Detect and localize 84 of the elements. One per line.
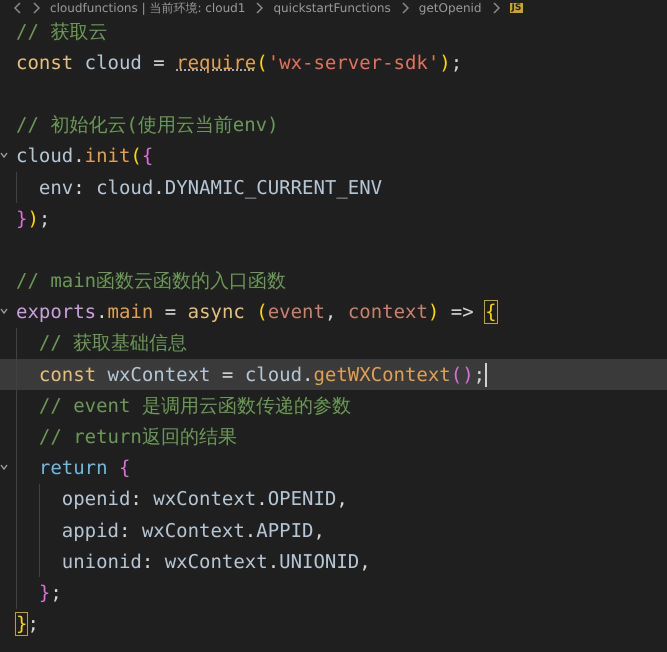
chevron-icon [492, 2, 500, 14]
code-token: cloud [16, 145, 74, 168]
code-token: // event 是调用云函数传递的参数 [38, 394, 351, 419]
code-token: ( [256, 52, 268, 74]
chevron-icon [400, 2, 409, 14]
file-type-badge: JS [510, 3, 524, 13]
code-token: . [256, 488, 268, 510]
code-token: DYNAMIC_CURRENT_ENV [164, 176, 382, 199]
code-token: } [16, 613, 28, 636]
back-icon[interactable] [14, 2, 22, 14]
text-cursor [485, 362, 488, 387]
code-token: appid [60, 520, 119, 542]
code-token: . [73, 145, 85, 168]
code-token: ) [27, 208, 39, 230]
code-token: event [268, 301, 325, 324]
code-token: cloud [96, 176, 154, 199]
code-token: return [38, 457, 109, 480]
code-token: } [38, 582, 50, 604]
code-token: = [153, 52, 166, 74]
code-token: UNIONID [279, 550, 360, 573]
code-token: = [164, 301, 178, 324]
code-token: ; [450, 52, 462, 74]
code-token: const [38, 364, 96, 386]
forward-icon[interactable] [32, 2, 40, 14]
code-token: : [118, 520, 132, 542]
code-token: { [485, 301, 497, 324]
code-token: ) [428, 301, 440, 324]
fold-chevron-icon[interactable] [0, 462, 8, 471]
code-token: exports [16, 301, 96, 324]
code-token: } [16, 208, 28, 230]
code-token: wxContext [142, 520, 245, 542]
code-token: { [118, 457, 130, 480]
code-token: => [450, 301, 475, 324]
code-token: . [302, 364, 314, 386]
code-token: { [142, 145, 154, 168]
code-token: cloud [244, 364, 302, 386]
breadcrumb-item[interactable]: quickstartFunctions [273, 1, 391, 15]
code-token: : [142, 550, 154, 573]
chevron-icon [255, 2, 264, 14]
code-token: getWXContext [313, 364, 451, 386]
code-token: // return返回的结果 [38, 425, 237, 450]
code-token: APPID [256, 520, 314, 542]
breadcrumb-item[interactable]: getOpenid [418, 1, 482, 15]
code-token: . [244, 520, 256, 542]
code-token: 'wx-server-sdk' [268, 52, 440, 74]
code-token: init [84, 145, 130, 168]
code-token: ; [38, 208, 50, 230]
code-token: async [188, 301, 246, 324]
code-token: // main函数云函数的入口函数 [16, 269, 286, 294]
code-token: : [73, 176, 86, 199]
code-token: wxContext [164, 550, 268, 573]
code-token: cloud [84, 52, 143, 74]
code-token: main [108, 301, 154, 324]
code-token: OPENID [268, 488, 336, 510]
code-token: , [324, 301, 338, 324]
breadcrumb-item[interactable]: cloudfunctions | 当前环境: cloud1 [50, 0, 246, 16]
code-token: // 获取基础信息 [38, 331, 188, 356]
code-token: context [348, 301, 428, 324]
code-token: ; [474, 364, 486, 386]
fold-chevron-icon[interactable] [0, 306, 8, 315]
code-token: env [38, 176, 74, 199]
code-token: . [96, 301, 108, 324]
code-token: wxContext [153, 488, 256, 510]
code-token: ( [130, 145, 142, 168]
code-token: . [268, 550, 280, 573]
code-token: , [336, 488, 348, 510]
code-token: // 获取云 [16, 20, 108, 45]
code-token: unionid [60, 550, 142, 573]
code-token: ) [439, 52, 451, 74]
code-token: , [359, 550, 371, 573]
code-token: wxContext [106, 364, 212, 386]
code-token: ( [256, 301, 268, 324]
code-token: () [450, 364, 474, 386]
code-token: . [153, 176, 165, 199]
code-token: , [313, 520, 325, 542]
code-token: // 初始化云(使用云当前env) [16, 113, 279, 138]
code-token: const [16, 52, 74, 74]
code-token: require [176, 52, 256, 74]
code-token: openid [60, 488, 130, 510]
code-token: ; [50, 582, 62, 604]
code-token: ; [27, 613, 39, 636]
fold-chevron-icon[interactable] [0, 150, 8, 159]
code-token: = [222, 364, 234, 386]
code-token: : [130, 488, 143, 510]
